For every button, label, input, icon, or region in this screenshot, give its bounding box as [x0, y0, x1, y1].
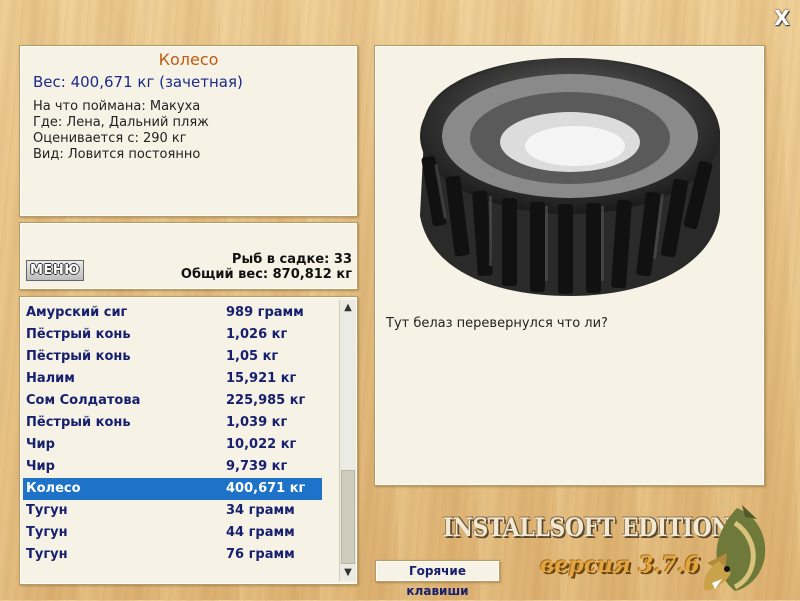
list-item[interactable]: Тугун 44 грамм [23, 522, 322, 544]
tire-image [420, 58, 720, 296]
list-item-name: Пёстрый конь [26, 327, 131, 342]
list-item[interactable]: Амурский сиг 989 грамм [23, 302, 322, 324]
cage-stats-panel: МЕНЮ Рыб в садке: 33 Общий вес: 870,812 … [19, 222, 358, 290]
list-item-name: Чир [26, 459, 55, 474]
list-scrollbar[interactable]: ▲ ▼ [339, 300, 356, 581]
catch-bait: На что поймана: Макуха [33, 99, 201, 114]
list-item-name: Пёстрый конь [26, 349, 131, 364]
catch-picture-panel: Тут белаз перевернулся что ли? [374, 45, 765, 486]
list-item-weight: 400,671 кг [226, 481, 306, 496]
list-item-weight: 15,921 кг [226, 371, 297, 386]
list-item-weight: 34 грамм [226, 503, 295, 518]
list-item[interactable]: Пёстрый конь 1,039 кг [23, 412, 322, 434]
list-item-name: Чир [26, 437, 55, 452]
total-weight: Общий вес: 870,812 кг [180, 267, 352, 282]
list-item[interactable]: Сом Солдатова 225,985 кг [23, 390, 322, 412]
list-item-name: Пёстрый конь [26, 415, 131, 430]
list-item-weight: 1,039 кг [226, 415, 288, 430]
catch-kind: Вид: Ловится постоянно [33, 147, 201, 162]
list-item-name: Амурский сиг [26, 305, 128, 320]
list-item-weight: 1,026 кг [226, 327, 288, 342]
catch-location: Где: Лена, Дальний пляж [33, 115, 209, 130]
edition-logo: INSTALLSOFT EDITION [443, 513, 731, 542]
catch-caption: Тут белаз перевернулся что ли? [386, 316, 608, 331]
list-item-name: Колесо [26, 481, 81, 496]
list-item[interactable]: Пёстрый конь 1,026 кг [23, 324, 322, 346]
scroll-down-icon[interactable]: ▼ [340, 565, 356, 581]
list-item-weight: 1,05 кг [226, 349, 279, 364]
catch-value: Оценивается с: 290 кг [33, 131, 187, 146]
list-item[interactable]: Колесо 400,671 кг [23, 478, 322, 500]
scroll-up-icon[interactable]: ▲ [340, 300, 356, 316]
list-item-name: Тугун [26, 547, 68, 562]
catch-title: Колесо [158, 50, 219, 69]
version-label: версия 3.7.6 [540, 552, 700, 578]
list-item-weight: 9,739 кг [226, 459, 288, 474]
fish-count: Рыб в садке: 33 [231, 252, 352, 267]
list-item-weight: 76 грамм [226, 547, 295, 562]
list-item[interactable]: Чир 9,739 кг [23, 456, 322, 478]
menu-button[interactable]: МЕНЮ [26, 260, 84, 281]
catch-info-panel: Колесо Вес: 400,671 кг (зачетная) На что… [19, 45, 358, 217]
list-item[interactable]: Тугун 34 грамм [23, 500, 322, 522]
hotkeys-button[interactable]: Горячие клавиши [375, 560, 500, 598]
list-item[interactable]: Тугун 76 грамм [23, 544, 322, 566]
list-item[interactable]: Налим 15,921 кг [23, 368, 322, 390]
list-item-name: Тугун [26, 503, 68, 518]
list-item-name: Сом Солдатова [26, 393, 141, 408]
list-item-name: Налим [26, 371, 75, 386]
list-item-name: Тугун [26, 525, 68, 540]
close-icon[interactable]: X [773, 8, 791, 28]
pike-fish-icon [703, 505, 766, 591]
list-item[interactable]: Пёстрый конь 1,05 кг [23, 346, 322, 368]
list-item[interactable]: Чир 10,022 кг [23, 434, 322, 456]
list-item-weight: 989 грамм [226, 305, 304, 320]
catch-list[interactable]: Амурский сиг 989 грамм Пёстрый конь 1,026 к… [19, 296, 358, 585]
list-item-weight: 10,022 кг [226, 437, 297, 452]
catch-weight: Вес: 400,671 кг (зачетная) [33, 73, 243, 91]
list-item-weight: 44 грамм [226, 525, 295, 540]
scroll-thumb[interactable] [341, 470, 355, 564]
list-item-weight: 225,985 кг [226, 393, 306, 408]
